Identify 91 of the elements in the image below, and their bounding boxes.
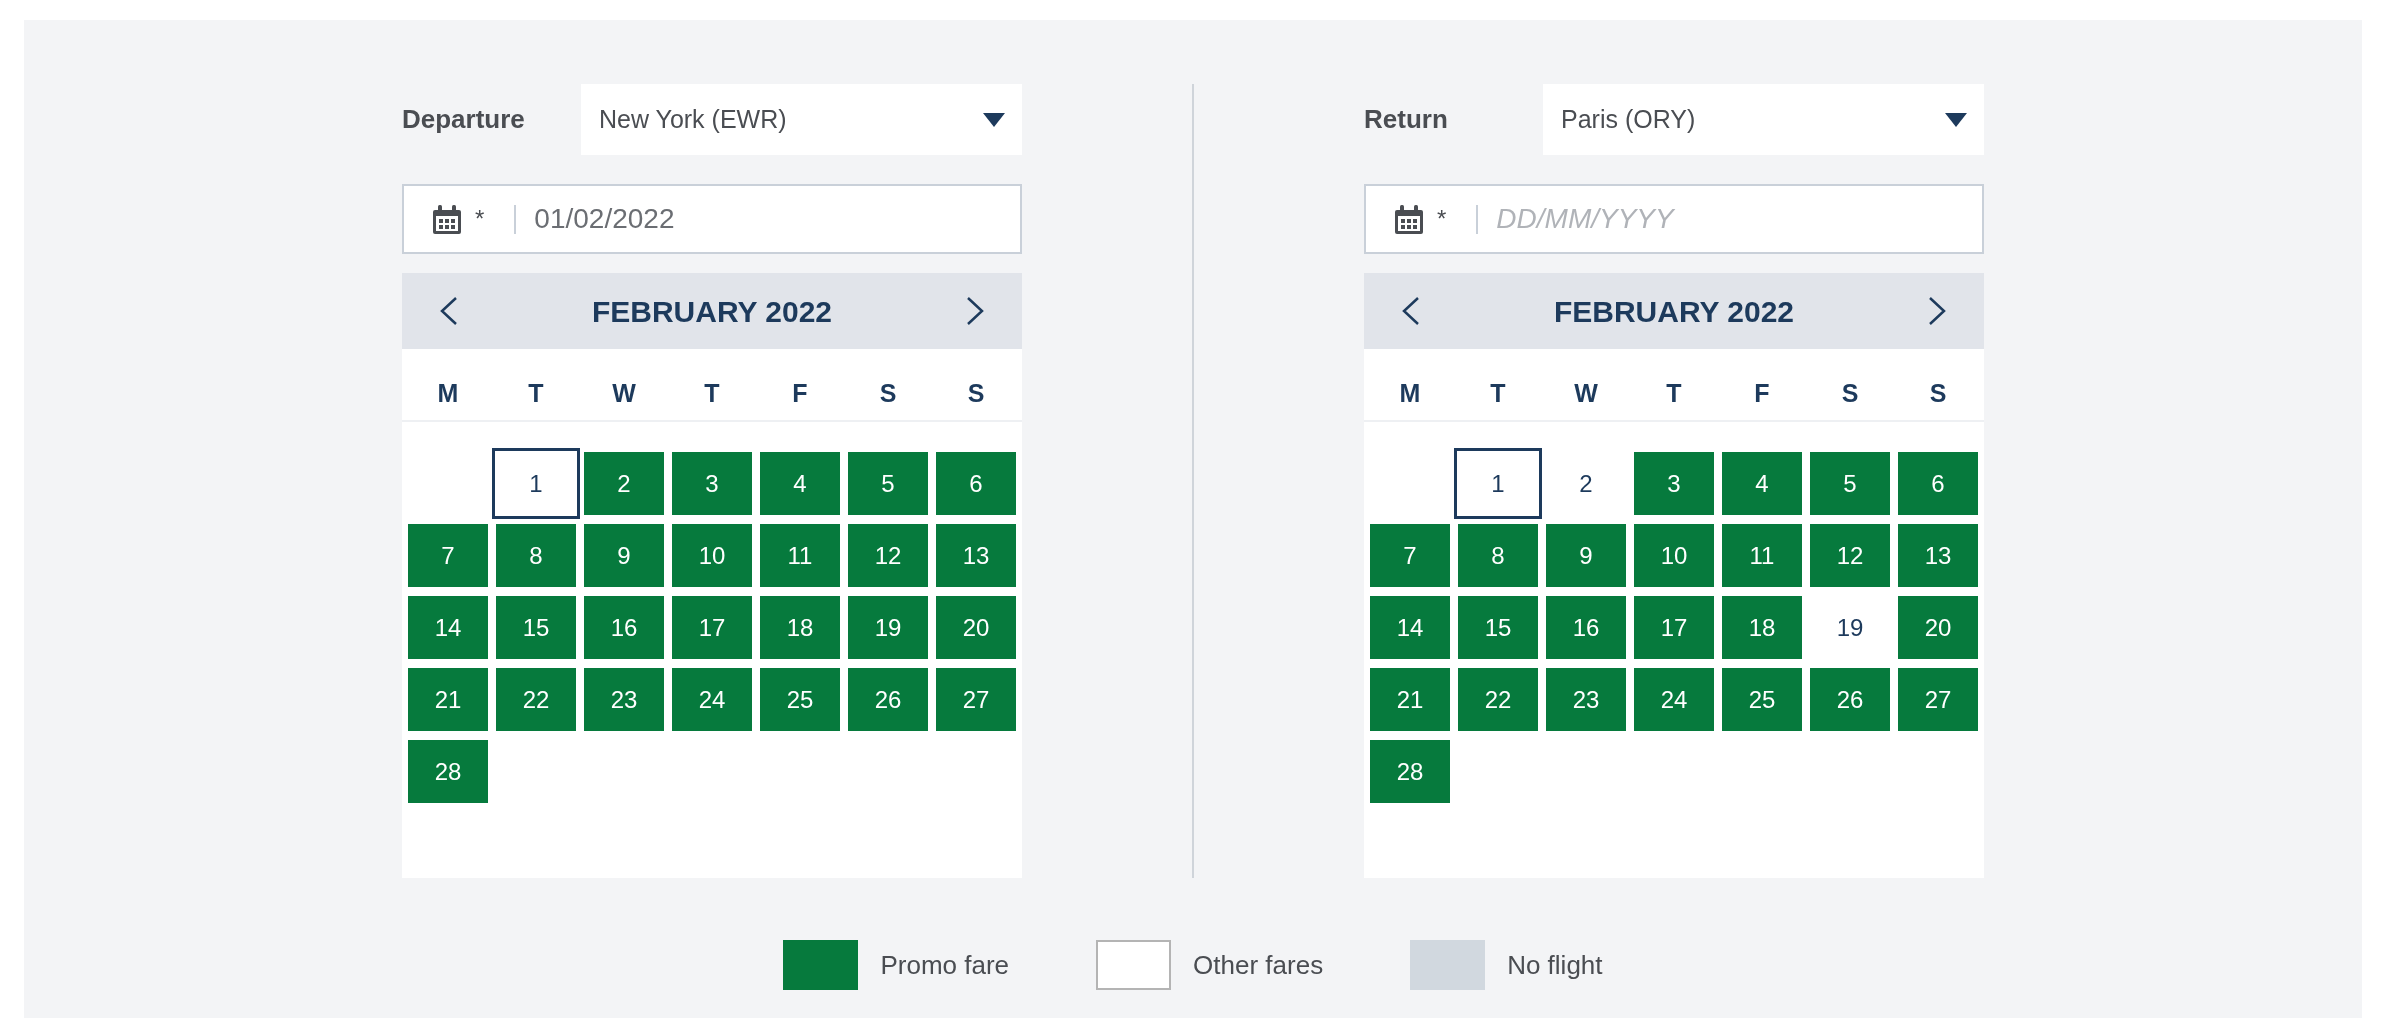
weekday-label: W	[611, 377, 637, 409]
date-field[interactable]: * DD/MM/YYYY	[1364, 184, 1984, 254]
day-cell[interactable]: 6	[1898, 452, 1978, 515]
day-cell[interactable]: 8	[496, 524, 576, 587]
day-cell[interactable]: 27	[1898, 668, 1978, 731]
day-cell[interactable]: 28	[408, 740, 488, 803]
day-cell[interactable]: 1	[492, 448, 580, 519]
month-title: FEBRUARY 2022	[1553, 293, 1795, 330]
field-label: Departure	[402, 103, 526, 136]
day-cell[interactable]: 18	[760, 596, 840, 659]
day-cell[interactable]: 22	[1458, 668, 1538, 731]
day-cell[interactable]: 9	[1546, 524, 1626, 587]
day-cell[interactable]: 23	[584, 668, 664, 731]
day-cell[interactable]: 13	[936, 524, 1016, 587]
day-cell[interactable]: 5	[1810, 452, 1890, 515]
day-cell[interactable]: 16	[584, 596, 664, 659]
day-cell[interactable]: 4	[1722, 452, 1802, 515]
day-cell[interactable]: 4	[760, 452, 840, 515]
weekday-label: T	[527, 377, 545, 409]
day-cell[interactable]: 28	[1370, 740, 1450, 803]
day-cell[interactable]: 16	[1546, 596, 1626, 659]
field-label: Return	[1364, 103, 1449, 136]
caret-down-icon	[1945, 112, 1967, 127]
day-cell[interactable]: 1	[1454, 448, 1542, 519]
calendar-icon	[1395, 204, 1423, 234]
day-cell[interactable]: 12	[1810, 524, 1890, 587]
weekday-label: T	[703, 377, 721, 409]
day-cell[interactable]: 24	[672, 668, 752, 731]
day-cell[interactable]: 24	[1634, 668, 1714, 731]
day-cell[interactable]: 8	[1458, 524, 1538, 587]
chevron-right-icon	[965, 296, 985, 326]
day-cell[interactable]: 15	[1458, 596, 1538, 659]
day-cell[interactable]: 6	[936, 452, 1016, 515]
day-cell[interactable]: 3	[672, 452, 752, 515]
weekday-label: S	[1928, 377, 1948, 409]
weekday-label: S	[966, 377, 986, 409]
weekday-label: W	[1573, 377, 1599, 409]
day-cell[interactable]: 14	[1370, 596, 1450, 659]
month-title: FEBRUARY 2022	[591, 293, 833, 330]
day-cell[interactable]: 11	[760, 524, 840, 587]
day-cell[interactable]: 25	[760, 668, 840, 731]
weekday-label: S	[1840, 377, 1860, 409]
calendar-icon	[433, 204, 461, 234]
day-cell[interactable]: 17	[1634, 596, 1714, 659]
legend-label: Promo fare	[880, 948, 1010, 982]
day-cell[interactable]: 3	[1634, 452, 1714, 515]
weekday-label: M	[436, 377, 460, 409]
weekday-label: T	[1489, 377, 1507, 409]
airport-dropdown[interactable]: Paris (ORY)	[1543, 84, 1984, 155]
day-cell[interactable]: 18	[1722, 596, 1802, 659]
weekday-label: F	[791, 377, 809, 409]
day-cell[interactable]: 25	[1722, 668, 1802, 731]
chevron-left-icon	[1401, 296, 1421, 326]
legend-label: Other fares	[1193, 948, 1324, 982]
day-cell[interactable]: 26	[848, 668, 928, 731]
day-cell[interactable]: 10	[1634, 524, 1714, 587]
weekday-label: S	[878, 377, 898, 409]
day-cell[interactable]: 14	[408, 596, 488, 659]
legend-label: No flight	[1507, 948, 1603, 982]
date-input[interactable]: 01/02/2022	[534, 198, 1020, 240]
day-cell[interactable]: 12	[848, 524, 928, 587]
day-cell[interactable]: 21	[408, 668, 488, 731]
day-cell[interactable]: 2	[584, 452, 664, 515]
date-field[interactable]: * 01/02/2022	[402, 184, 1022, 254]
day-cell[interactable]: 20	[936, 596, 1016, 659]
day-cell[interactable]: 7	[1370, 524, 1450, 587]
day-cell[interactable]: 17	[672, 596, 752, 659]
chevron-right-icon	[1927, 296, 1947, 326]
day-cell[interactable]: 15	[496, 596, 576, 659]
required-mark: *	[475, 204, 485, 234]
day-cell[interactable]: 10	[672, 524, 752, 587]
day-cell[interactable]: 23	[1546, 668, 1626, 731]
day-cell[interactable]: 26	[1810, 668, 1890, 731]
chevron-left-icon	[439, 296, 459, 326]
day-cell[interactable]: 5	[848, 452, 928, 515]
caret-down-icon	[983, 112, 1005, 127]
day-cell[interactable]: 7	[408, 524, 488, 587]
date-input[interactable]: DD/MM/YYYY	[1496, 198, 1982, 240]
day-cell[interactable]: 9	[584, 524, 664, 587]
day-cell[interactable]: 11	[1722, 524, 1802, 587]
day-cell[interactable]: 22	[496, 668, 576, 731]
weekday-label: F	[1753, 377, 1771, 409]
weekday-label: T	[1665, 377, 1683, 409]
weekday-label: M	[1398, 377, 1422, 409]
day-cell[interactable]: 27	[936, 668, 1016, 731]
day-cell[interactable]: 20	[1898, 596, 1978, 659]
day-cell[interactable]: 19	[848, 596, 928, 659]
day-cell[interactable]: 21	[1370, 668, 1450, 731]
required-mark: *	[1437, 204, 1447, 234]
day-cell[interactable]: 13	[1898, 524, 1978, 587]
airport-dropdown[interactable]: New York (EWR)	[581, 84, 1022, 155]
